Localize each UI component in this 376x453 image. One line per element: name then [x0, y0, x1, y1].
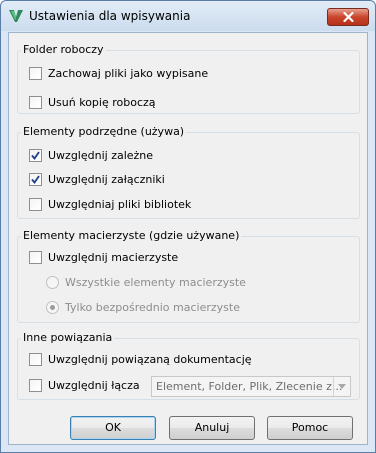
dialog-body: Folder roboczy Zachowaj pliki jako wypis… — [8, 32, 368, 445]
help-button[interactable]: Pomoc — [267, 416, 353, 440]
include-parents-checkbox[interactable] — [29, 251, 42, 264]
include-library-files-checkbox[interactable] — [29, 198, 42, 211]
checkbox-label: Uwzględnij łącza — [48, 379, 140, 392]
cancel-button[interactable]: Anuluj — [169, 416, 255, 440]
delete-working-copy-checkbox[interactable] — [29, 96, 42, 109]
checkmark-icon — [31, 151, 40, 160]
radio-label: Tylko bezpośrednio macierzyste — [65, 301, 240, 314]
group-label: Inne powiązania — [21, 331, 115, 344]
keep-checked-out-checkbox[interactable] — [29, 67, 42, 80]
direct-parents-radio[interactable] — [46, 301, 59, 314]
include-links-checkbox[interactable] — [29, 379, 42, 392]
dropdown-value: Element, Folder, Plik, Zlecenie z... — [156, 380, 343, 393]
group-label: Elementy macierzyste (gdzie używane) — [21, 229, 242, 242]
dialog-window: Ustawienia dla wpisywania Folder roboczy… — [0, 0, 376, 453]
checkbox-label: Uwzględniaj pliki bibliotek — [48, 198, 192, 211]
radio-selected-dot — [50, 305, 55, 310]
links-type-dropdown[interactable]: Element, Folder, Plik, Zlecenie z... — [151, 376, 351, 397]
chevron-down-icon — [338, 384, 346, 389]
checkbox-label: Uwzględnij załączniki — [48, 173, 165, 186]
dropdown-button[interactable] — [333, 377, 350, 396]
title-bar[interactable]: Ustawienia dla wpisywania — [1, 1, 375, 31]
checkbox-label: Uwzględnij zależne — [48, 149, 154, 162]
close-x-icon — [343, 12, 354, 22]
close-button[interactable] — [327, 8, 369, 26]
include-attachments-checkbox[interactable] — [29, 173, 42, 186]
vault-v-icon — [9, 10, 23, 22]
group-label: Elementy podrzędne (używa) — [21, 125, 187, 138]
checkbox-label: Usuń kopię roboczą — [48, 96, 156, 109]
checkbox-label: Uwzględnij powiązaną dokumentację — [48, 353, 252, 366]
include-dependents-checkbox[interactable] — [29, 149, 42, 162]
checkmark-icon — [31, 175, 40, 184]
all-parents-radio[interactable] — [46, 276, 59, 289]
ok-button[interactable]: OK — [70, 416, 156, 440]
checkbox-label: Zachowaj pliki jako wypisane — [48, 67, 209, 80]
radio-label: Wszystkie elementy macierzyste — [65, 276, 246, 289]
window-title: Ustawienia dla wpisywania — [29, 9, 191, 23]
checkbox-label: Uwzględnij macierzyste — [48, 251, 179, 264]
include-related-docs-checkbox[interactable] — [29, 353, 42, 366]
group-label: Folder roboczy — [21, 43, 106, 56]
